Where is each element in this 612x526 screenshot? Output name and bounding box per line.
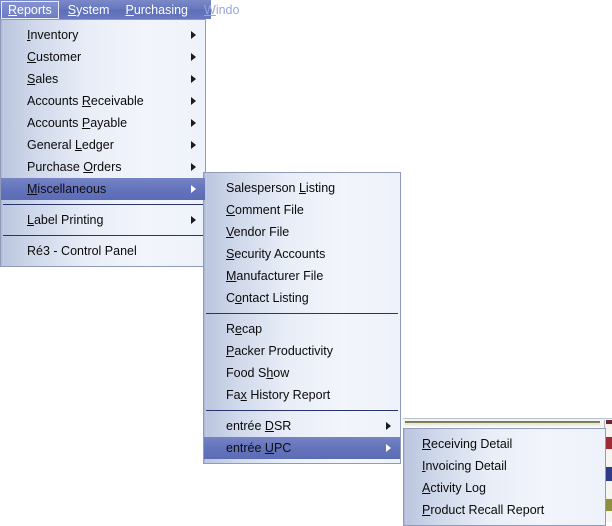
menu-item-label: Activity Log: [422, 481, 486, 495]
menu-item-sales[interactable]: Sales: [1, 68, 205, 90]
menu-item-activity-log[interactable]: Activity Log: [404, 477, 605, 499]
menu-item-miscellaneous[interactable]: Miscellaneous: [1, 178, 205, 200]
menu-item-vendor-file[interactable]: Vendor File: [204, 221, 400, 243]
menu-item-label: Inventory: [27, 28, 79, 42]
menu-item-food-show[interactable]: Food Show: [204, 362, 400, 384]
menu-item-comment-file[interactable]: Comment File: [204, 199, 400, 221]
menubar-item-purchasing[interactable]: Purchasing: [118, 1, 195, 19]
submenu-arrow-icon: [191, 53, 196, 61]
menu-item-label-printing[interactable]: Label Printing: [1, 209, 205, 231]
menu-item-accounts-payable[interactable]: Accounts Payable: [1, 112, 205, 134]
menu-bar: Reports System Purchasing Windo: [0, 0, 239, 19]
menu-item-label: Manufacturer File: [226, 269, 324, 283]
bg-swatch-4: [606, 450, 612, 466]
bg-swatch-6: [606, 482, 612, 498]
menu-item-label: Security Accounts: [226, 247, 326, 261]
menu-separator: [1, 232, 205, 239]
menu-item-entr-e-dsr[interactable]: entrée DSR: [204, 415, 400, 437]
menu-item-manufacturer-file[interactable]: Manufacturer File: [204, 265, 400, 287]
menu-item-label: Label Printing: [27, 213, 104, 227]
menu-item-label: Fax History Report: [226, 388, 331, 402]
menu-item-label: Contact Listing: [226, 291, 309, 305]
submenu-arrow-icon: [386, 444, 391, 452]
menu-item-product-recall-report[interactable]: Product Recall Report: [404, 499, 605, 521]
menu-item-label: Miscellaneous: [27, 182, 107, 196]
bg-swatch-7: [606, 499, 612, 511]
menu-item-salesperson-listing[interactable]: Salesperson Listing: [204, 177, 400, 199]
background-window-toolbar-fragment: [403, 418, 612, 427]
menu-item-label: Packer Productivity: [226, 344, 333, 358]
menu-item-purchase-orders[interactable]: Purchase Orders: [1, 156, 205, 178]
bg-olive-bar-shadow: [405, 423, 600, 425]
menu-item-entr-e-upc[interactable]: entrée UPC: [204, 437, 400, 459]
menubar-item-system[interactable]: System: [61, 1, 117, 19]
menu-item-label: Recap: [226, 322, 263, 336]
menubar-item-windo[interactable]: Windo: [197, 1, 246, 19]
menu-item-label: Ré3 - Control Panel: [27, 244, 137, 258]
menu-item-fax-history-report[interactable]: Fax History Report: [204, 384, 400, 406]
submenu-arrow-icon: [191, 163, 196, 171]
menu-item-accounts-receivable[interactable]: Accounts Receivable: [1, 90, 205, 112]
menu-item-contact-listing[interactable]: Contact Listing: [204, 287, 400, 309]
menu-separator: [204, 407, 400, 414]
menu-item-label: Invoicing Detail: [422, 459, 507, 473]
menu-item-invoicing-detail[interactable]: Invoicing Detail: [404, 455, 605, 477]
submenu-arrow-icon: [191, 97, 196, 105]
submenu-arrow-icon: [386, 422, 391, 430]
menu-item-label: Comment File: [226, 203, 304, 217]
bg-swatch-3: [606, 437, 612, 449]
menu-item-label: Sales: [27, 72, 59, 86]
menu-item-label: General Ledger: [27, 138, 114, 152]
menu-item-label: Salesperson Listing: [226, 181, 336, 195]
menu-miscellaneous: Salesperson Listing Comment File Vendor Fi…: [203, 172, 401, 464]
menu-item-label: Accounts Payable: [27, 116, 128, 130]
submenu-arrow-icon: [191, 216, 196, 224]
menubar-item-reports[interactable]: Reports: [1, 0, 59, 19]
bg-swatch-8: [606, 512, 612, 522]
bg-swatch-2: [606, 426, 612, 436]
menu-item-label: Purchase Orders: [27, 160, 122, 174]
menu-separator: [204, 310, 400, 317]
menu-item-recap[interactable]: Recap: [204, 318, 400, 340]
submenu-arrow-icon: [191, 31, 196, 39]
menu-item-general-ledger[interactable]: General Ledger: [1, 134, 205, 156]
menu-item-security-accounts[interactable]: Security Accounts: [204, 243, 400, 265]
submenu-arrow-icon: [191, 119, 196, 127]
menu-item-label: Vendor File: [226, 225, 290, 239]
submenu-arrow-icon: [191, 75, 196, 83]
menu-item-label: entrée UPC: [226, 441, 292, 455]
menu-item-label: Accounts Receivable: [27, 94, 144, 108]
menu-item-label: Food Show: [226, 366, 290, 380]
menu-entree-upc: Receiving Detail Invoicing Detail Activity…: [403, 428, 606, 526]
menu-item-customer[interactable]: Customer: [1, 46, 205, 68]
menu-separator: [1, 201, 205, 208]
menu-item-receiving-detail[interactable]: Receiving Detail: [404, 433, 605, 455]
menu-reports: Inventory Customer Sales Accounts Receivabl…: [0, 19, 206, 267]
menu-item-label: Customer: [27, 50, 82, 64]
bg-swatch-5: [606, 467, 612, 481]
submenu-arrow-icon: [191, 185, 196, 193]
menu-item-label: Receiving Detail: [422, 437, 513, 451]
bg-swatch-1: [606, 420, 612, 424]
menu-item-label: Product Recall Report: [422, 503, 545, 517]
menu-item-r-3-control-panel[interactable]: Ré3 - Control Panel: [1, 240, 205, 262]
menu-item-inventory[interactable]: Inventory: [1, 24, 205, 46]
submenu-arrow-icon: [191, 141, 196, 149]
menu-item-label: entrée DSR: [226, 419, 292, 433]
menu-item-packer-productivity[interactable]: Packer Productivity: [204, 340, 400, 362]
